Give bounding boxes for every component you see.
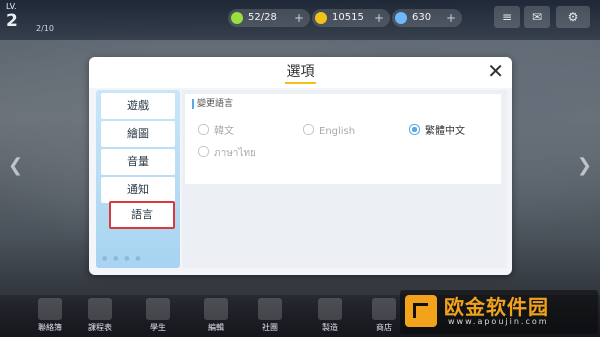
- coin-icon: [315, 12, 327, 24]
- top-hud: LV. 2 2/10 52/28 + 10515 + 630 + ≡ ✉ ⚙: [0, 0, 600, 40]
- students-icon: [146, 298, 170, 320]
- nav-label: 編輯: [208, 323, 224, 332]
- option-label: 韓文: [214, 126, 234, 137]
- shop-icon: [372, 298, 396, 320]
- add-stamina-button[interactable]: +: [294, 9, 304, 27]
- dialog-header: 選項 ✕: [89, 57, 512, 88]
- nav-shop[interactable]: 商店: [364, 298, 404, 333]
- nav-label: 聯絡簿: [38, 323, 62, 332]
- stamina-counter: 52/28 +: [228, 9, 310, 27]
- nav-label: 製造: [322, 323, 338, 332]
- gem-icon: [395, 12, 407, 24]
- contact-icon: [38, 298, 62, 320]
- club-icon: [258, 298, 282, 320]
- nav-label: 社團: [262, 323, 278, 332]
- nav-craft[interactable]: 製造: [310, 298, 350, 333]
- language-option-thai[interactable]: ภาษาไทย: [198, 146, 256, 160]
- player-level: LV. 2 2/10: [6, 2, 54, 33]
- options-sidebar: 遊戲 繪圖 音量 通知 語言 ● ● ● ●: [96, 90, 180, 268]
- nav-students[interactable]: 學生: [138, 298, 178, 333]
- watermark-logo-icon: [405, 295, 437, 327]
- tab-volume[interactable]: 音量: [101, 149, 175, 175]
- watermark-name: 欧金软件园: [444, 295, 549, 319]
- tab-game[interactable]: 遊戲: [101, 93, 175, 119]
- nav-contact[interactable]: 聯絡簿: [30, 298, 70, 333]
- option-label: English: [319, 126, 356, 137]
- radio-icon: [198, 146, 209, 157]
- page-dots: ● ● ● ●: [102, 255, 143, 262]
- exp-value: 2/10: [36, 24, 54, 33]
- watermark: 欧金软件园 www.apoujin.com: [400, 290, 598, 334]
- close-icon[interactable]: ✕: [487, 59, 504, 83]
- option-label: ภาษาไทย: [214, 148, 256, 159]
- level-label: LV.: [6, 2, 17, 11]
- settings-icon[interactable]: ⚙: [556, 6, 590, 28]
- coin-counter: 10515 +: [312, 9, 390, 27]
- gem-value: 630: [412, 12, 432, 23]
- stamina-icon: [231, 12, 243, 24]
- level-value: 2: [6, 11, 18, 31]
- schedule-icon: [88, 298, 112, 320]
- tab-language[interactable]: 語言: [109, 201, 175, 229]
- arrow-right-icon[interactable]: ❯: [577, 155, 592, 176]
- tab-graphics[interactable]: 繪圖: [101, 121, 175, 147]
- language-panel: 變更語言 韓文 English 繁體中文 ภาษาไทย: [185, 94, 501, 184]
- tab-notification[interactable]: 通知: [101, 177, 175, 203]
- nav-club[interactable]: 社團: [250, 298, 290, 333]
- title-underline: [285, 82, 316, 84]
- dialog-title: 選項: [286, 64, 315, 80]
- add-gem-button[interactable]: +: [446, 9, 456, 27]
- watermark-url: www.apoujin.com: [448, 317, 549, 326]
- language-option-traditional-chinese[interactable]: 繁體中文: [409, 124, 465, 138]
- language-panel-title: 變更語言: [192, 99, 233, 109]
- gem-counter: 630 +: [392, 9, 462, 27]
- nav-schedule[interactable]: 課程表: [80, 298, 120, 333]
- radio-icon: [198, 124, 209, 135]
- stamina-value: 52/28: [248, 12, 277, 23]
- craft-icon: [318, 298, 342, 320]
- nav-edit[interactable]: 編輯: [196, 298, 236, 333]
- menu-icon[interactable]: ≡: [494, 6, 520, 28]
- language-option-korean[interactable]: 韓文: [198, 124, 234, 138]
- add-coin-button[interactable]: +: [374, 9, 384, 27]
- option-label: 繁體中文: [425, 126, 465, 137]
- mail-icon[interactable]: ✉: [524, 6, 550, 28]
- arrow-left-icon[interactable]: ❮: [8, 155, 23, 176]
- options-dialog: 選項 ✕ 遊戲 繪圖 音量 通知 語言 ● ● ● ● 變更語言 韓文 Engl…: [89, 57, 512, 275]
- nav-label: 商店: [376, 323, 392, 332]
- radio-selected-icon: [409, 124, 420, 135]
- language-content: 變更語言 韓文 English 繁體中文 ภาษาไทย: [182, 90, 507, 268]
- nav-label: 學生: [150, 323, 166, 332]
- nav-label: 課程表: [88, 323, 112, 332]
- radio-icon: [303, 124, 314, 135]
- coin-value: 10515: [332, 12, 364, 23]
- edit-icon: [204, 298, 228, 320]
- language-option-english[interactable]: English: [303, 124, 355, 138]
